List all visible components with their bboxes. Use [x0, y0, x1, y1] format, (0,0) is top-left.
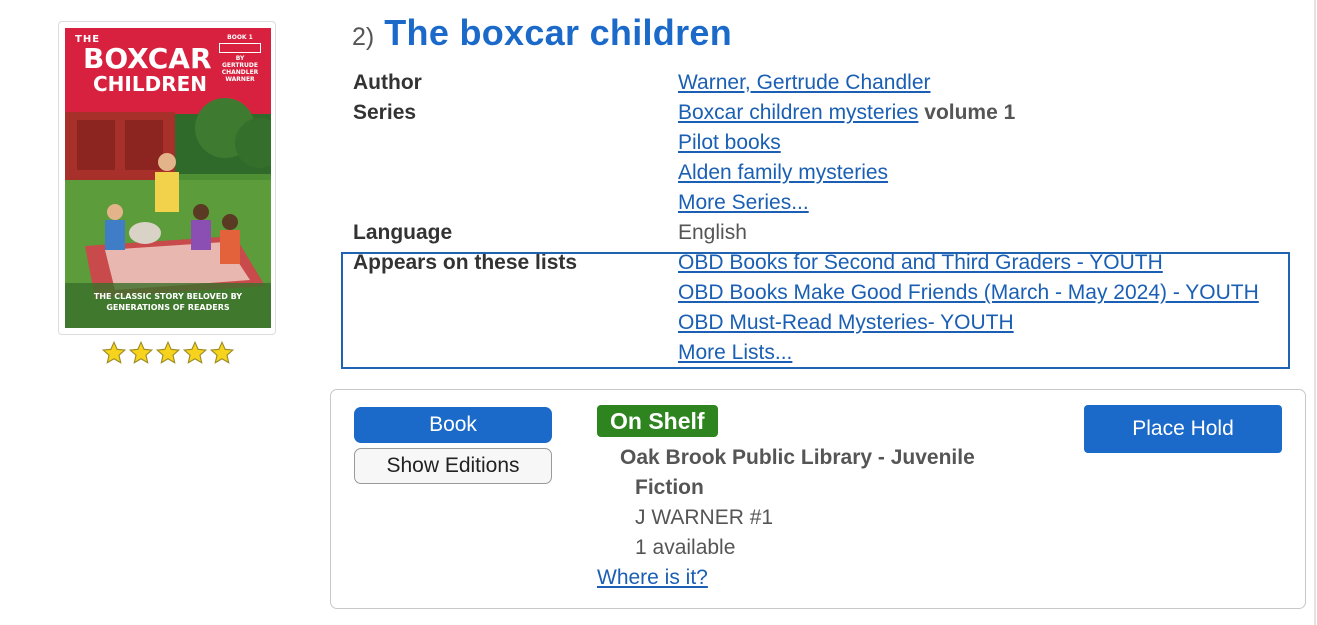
star-icon[interactable] [101, 340, 127, 366]
cover-title: THE BOXCAR CHILDREN [75, 34, 212, 96]
series-link[interactable]: Alden family mysteries [678, 161, 888, 184]
author-link[interactable]: Warner, Gertrude Chandler [678, 71, 931, 94]
more-series-row: More Series... [353, 188, 1293, 218]
star-icon[interactable] [128, 340, 154, 366]
cover-author-2: CHANDLER [221, 69, 259, 76]
cover-title-main1: BOXCAR [83, 42, 212, 75]
location-line-2: Fiction [635, 476, 704, 499]
author-label: Author [353, 71, 422, 94]
cover-by: BY [235, 55, 245, 62]
cover-tagline: THE CLASSIC STORY BELOVED BY GENERATIONS… [65, 291, 271, 313]
star-icon[interactable] [155, 340, 181, 366]
author-row: Author Warner, Gertrude Chandler [353, 68, 1293, 98]
format-book-button[interactable]: Book [354, 407, 552, 443]
place-hold-button[interactable]: Place Hold [1084, 405, 1282, 453]
series-row: Series Boxcar children mysteries volume … [353, 98, 1293, 128]
series-link[interactable]: Pilot books [678, 131, 781, 154]
language-row: Language English [353, 218, 1293, 248]
copy-location: Oak Brook Public Library - Juvenile Fict… [620, 443, 1000, 503]
star-icon[interactable] [209, 340, 235, 366]
book-cover-image[interactable]: THE BOXCAR CHILDREN BOOK 1 BY GERTRUDE C… [65, 28, 271, 328]
series-link[interactable]: Boxcar children mysteries [678, 101, 918, 124]
cover-title-main2: CHILDREN [93, 72, 208, 96]
call-number: J WARNER #1 [635, 506, 774, 529]
cover-author-3: WARNER [225, 76, 255, 83]
series-row: Pilot books [353, 128, 1293, 158]
language-value: English [678, 221, 747, 244]
availability-count: 1 available [635, 536, 736, 559]
cover-book-badge: BOOK 1 [215, 34, 265, 41]
lists-focus-outline [341, 252, 1290, 369]
cover-tagline-1: THE CLASSIC STORY BELOVED BY [93, 292, 243, 301]
show-editions-button[interactable]: Show Editions [354, 448, 552, 484]
record-title-link[interactable]: The boxcar children [384, 12, 732, 54]
location-line-1: Oak Brook Public Library - Juvenile [620, 446, 975, 469]
star-rating[interactable] [101, 340, 235, 368]
page-right-border [1314, 0, 1316, 625]
record-title-row: 2) The boxcar children [352, 12, 732, 54]
series-volume: volume 1 [924, 101, 1016, 124]
language-label: Language [353, 221, 453, 244]
status-badge: On Shelf [597, 405, 718, 437]
cover-book-label: BOOK [227, 34, 247, 41]
cover-boxcar-icon [219, 43, 261, 53]
where-is-it-link[interactable]: Where is it? [597, 563, 708, 593]
cover-author-1: GERTRUDE [221, 62, 259, 69]
cover-book-num: 1 [248, 34, 253, 41]
star-icon[interactable] [182, 340, 208, 366]
cover-tagline-2: GENERATIONS OF READERS [106, 303, 230, 312]
cover-author-block: BOOK 1 BY GERTRUDE CHANDLER WARNER [215, 34, 265, 83]
series-label: Series [353, 101, 417, 124]
more-series-link[interactable]: More Series... [678, 191, 809, 214]
result-number: 2) [352, 23, 375, 51]
series-row: Alden family mysteries [353, 158, 1293, 188]
